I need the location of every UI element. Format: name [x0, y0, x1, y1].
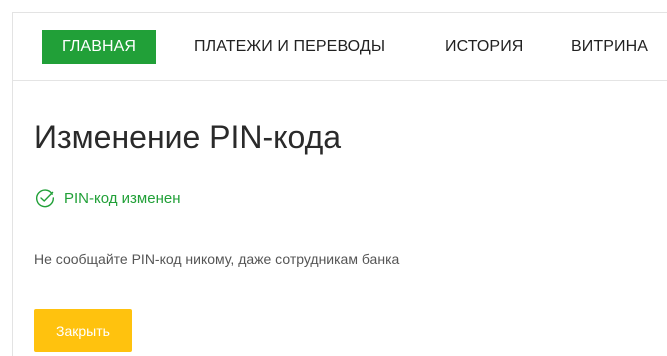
status-text: PIN-код изменен	[64, 189, 181, 207]
nav-item-history[interactable]: ИСТОРИЯ	[445, 30, 523, 64]
page-title: Изменение PIN-кода	[34, 119, 342, 155]
check-circle-icon	[35, 188, 55, 208]
nav-item-showcase[interactable]: ВИТРИНА	[571, 30, 648, 64]
nav-item-payments-transfers[interactable]: ПЛАТЕЖИ И ПЕРЕВОДЫ	[194, 30, 385, 64]
nav-item-main[interactable]: ГЛАВНАЯ	[42, 30, 156, 64]
security-warning-text: Не сообщайте PIN-код никому, даже сотруд…	[34, 251, 400, 267]
close-button[interactable]: Закрыть	[34, 309, 132, 352]
status-message: PIN-код изменен	[35, 187, 180, 209]
top-navigation: ГЛАВНАЯ ПЛАТЕЖИ И ПЕРЕВОДЫ ИСТОРИЯ ВИТРИ…	[13, 13, 667, 81]
app-frame: ГЛАВНАЯ ПЛАТЕЖИ И ПЕРЕВОДЫ ИСТОРИЯ ВИТРИ…	[12, 12, 667, 356]
